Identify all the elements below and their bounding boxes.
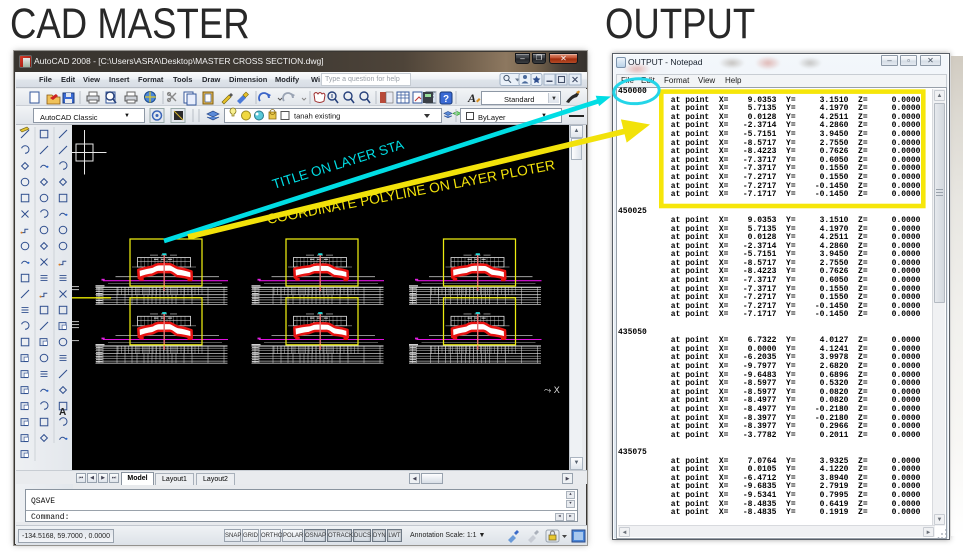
svg-text:?: ? [443,94,449,105]
svg-text:A: A [59,407,66,418]
svg-text:A: A [467,91,476,105]
svg-text:tanah existing: tanah existing [294,112,340,121]
svg-text:⤳ X: ⤳ X [544,385,560,395]
